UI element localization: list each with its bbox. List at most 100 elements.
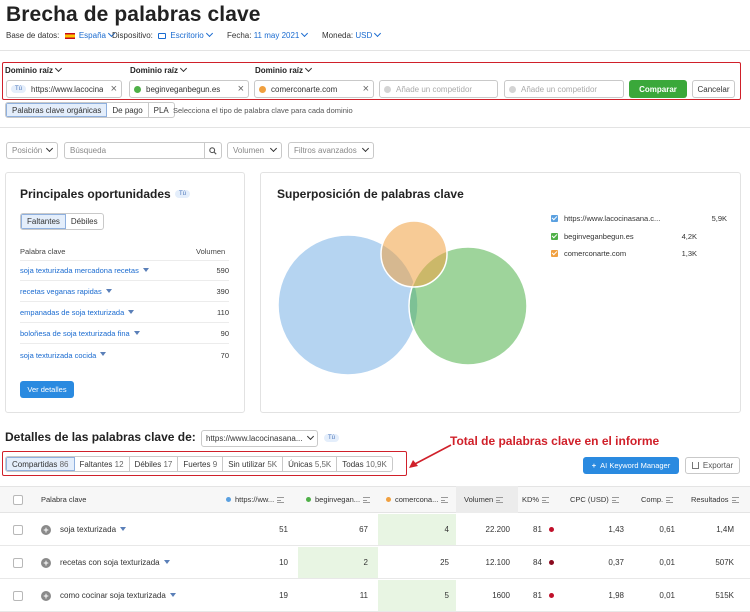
- plus-icon: +: [591, 461, 597, 470]
- venn-diagram: [277, 220, 528, 376]
- row-checkbox[interactable]: [13, 547, 23, 578]
- tab-organic[interactable]: Palabras clave orgánicas: [6, 103, 108, 117]
- close-icon[interactable]: ×: [363, 83, 369, 95]
- tab-all[interactable]: Todas 10,9K: [337, 457, 392, 471]
- export-button[interactable]: Exportar: [685, 457, 740, 474]
- row-checkbox[interactable]: [13, 514, 23, 545]
- keyword-link[interactable]: soja texturizada: [60, 514, 127, 545]
- comp-value: 0,01: [659, 558, 675, 567]
- tab-shared[interactable]: Compartidas 86: [6, 457, 75, 471]
- compare-button[interactable]: Comparar: [629, 80, 687, 98]
- header-cpc[interactable]: CPC (USD): [570, 486, 619, 513]
- advanced-filters[interactable]: Filtros avanzados: [288, 142, 374, 159]
- details-domain-select[interactable]: https://www.lacocinasana...: [201, 430, 318, 447]
- expand-icon[interactable]: +: [41, 580, 51, 611]
- caret-down-icon: [128, 309, 135, 314]
- tab-untapped[interactable]: Sin utilizar 5K: [223, 457, 284, 471]
- tab-unique[interactable]: Únicas 5,5K: [283, 457, 338, 471]
- domain-field-1[interactable]: Tú https://www.lacocinasana.com/ ×: [6, 80, 122, 98]
- keyword-link[interactable]: recetas con soja texturizada: [60, 547, 170, 578]
- expand-icon[interactable]: +: [41, 514, 51, 545]
- caret-down-icon: [169, 592, 176, 597]
- list-item[interactable]: empanadas de soja texturizada 110: [20, 303, 229, 323]
- ai-keyword-manager-button[interactable]: + AI Keyword Manager: [583, 457, 679, 474]
- date-label: Fecha:: [227, 31, 252, 40]
- close-icon[interactable]: ×: [111, 83, 117, 95]
- root-domain-selector-3[interactable]: Dominio raíz: [255, 64, 313, 75]
- annotation-arrow-icon: [409, 444, 452, 468]
- search-input[interactable]: Búsqueda: [64, 142, 222, 159]
- sort-icon: [277, 496, 285, 503]
- date-selector[interactable]: Fecha: 11 may 2021: [227, 29, 309, 40]
- results-value: 507K: [715, 558, 734, 567]
- device-selector[interactable]: Dispositivo: Escritorio: [112, 29, 213, 40]
- currency-selector[interactable]: Moneda: USD: [322, 29, 382, 40]
- tab-pla[interactable]: PLA: [149, 103, 174, 117]
- tab-strong[interactable]: Fuertes 9: [178, 457, 224, 471]
- header-kd[interactable]: KD%: [522, 486, 550, 513]
- tab-weak[interactable]: Débiles 17: [130, 457, 179, 471]
- cancel-button[interactable]: Cancelar: [692, 80, 735, 98]
- close-icon[interactable]: ×: [238, 83, 244, 95]
- tab-weak[interactable]: Débiles: [66, 214, 103, 229]
- expand-icon[interactable]: +: [41, 547, 51, 578]
- header-results[interactable]: Resultados: [691, 486, 739, 513]
- you-badge: Tú: [175, 190, 191, 198]
- header-comp[interactable]: Comp.: [641, 486, 674, 513]
- tab-missing[interactable]: Faltantes 12: [75, 457, 130, 471]
- opportunities-title: Principales oportunidades: [20, 187, 171, 201]
- cpc-value: 1,43: [608, 525, 624, 534]
- currency-label: Moneda:: [322, 31, 354, 40]
- header-keyword[interactable]: Palabra clave: [41, 486, 86, 513]
- currency-value: USD: [355, 31, 373, 40]
- list-item[interactable]: soja texturizada cocida 70: [20, 345, 229, 365]
- root-domain-selector-1[interactable]: Dominio raíz: [5, 64, 63, 75]
- overlap-title: Superposición de palabras clave: [277, 187, 464, 201]
- header-volume[interactable]: Volumen: [464, 486, 504, 513]
- volume-filter[interactable]: Volumen: [227, 142, 282, 159]
- header-domain2[interactable]: beginvegan...: [306, 486, 371, 513]
- kd-value: 84: [533, 547, 554, 578]
- row-checkbox[interactable]: [13, 580, 23, 611]
- cpc-value: 1,98: [608, 591, 624, 600]
- list-item[interactable]: boloñesa de soja texturizada fina 90: [20, 324, 229, 344]
- chevron-down-icon: [205, 29, 213, 38]
- root-domain-selector-2[interactable]: Dominio raíz: [130, 64, 188, 75]
- export-icon: [691, 462, 699, 469]
- legend-item-domain1[interactable]: https://www.lacocinasana.c... 5,9K: [551, 214, 727, 223]
- you-badge: Tú: [324, 434, 340, 442]
- gray-dot-icon: [509, 85, 516, 93]
- tab-missing[interactable]: Faltantes: [21, 214, 66, 229]
- keyword-link[interactable]: como cocinar soja texturizada: [60, 580, 176, 611]
- header-domain3[interactable]: comercona...: [386, 486, 449, 513]
- database-label: Base de datos:: [6, 31, 60, 40]
- device-value: Escritorio: [170, 31, 204, 40]
- competitor-input-1[interactable]: Añade un competidor: [379, 80, 498, 98]
- list-item[interactable]: recetas veganas rapidas 390: [20, 282, 229, 302]
- legend-item-domain3[interactable]: comerconarte.com 1,3K: [551, 249, 697, 258]
- database-selector[interactable]: Base de datos: España: [6, 29, 116, 40]
- domain-field-2-value: beginveganbegun.es: [146, 84, 221, 94]
- view-details-button[interactable]: Ver detalles: [20, 381, 74, 398]
- page-title: Brecha de palabras clave: [6, 3, 261, 26]
- domain-field-2[interactable]: beginveganbegun.es ×: [129, 80, 249, 98]
- d3-position: 25: [440, 558, 449, 567]
- list-item[interactable]: soja texturizada mercadona recetas 590: [20, 261, 229, 281]
- position-filter[interactable]: Posición: [6, 142, 58, 159]
- select-all-checkbox[interactable]: [13, 486, 23, 513]
- d2-position: 67: [359, 525, 368, 534]
- d1-position: 10: [279, 558, 288, 567]
- kd-value: 81: [533, 580, 554, 611]
- domain-field-3[interactable]: comerconarte.com ×: [254, 80, 374, 98]
- caret-down-icon: [120, 526, 127, 531]
- divider: [0, 50, 750, 51]
- search-icon[interactable]: [204, 143, 221, 158]
- domain-field-3-value: comerconarte.com: [271, 84, 338, 94]
- header-domain1[interactable]: https://ww...: [226, 486, 285, 513]
- report-annotation: Total de palabras clave en el informe: [450, 434, 660, 448]
- d1-position: 19: [279, 591, 288, 600]
- results-value: 515K: [715, 591, 734, 600]
- competitor-input-2[interactable]: Añade un competidor: [504, 80, 624, 98]
- tab-paid[interactable]: De pago: [107, 103, 149, 117]
- legend-item-domain2[interactable]: beginveganbegun.es 4,2K: [551, 232, 697, 241]
